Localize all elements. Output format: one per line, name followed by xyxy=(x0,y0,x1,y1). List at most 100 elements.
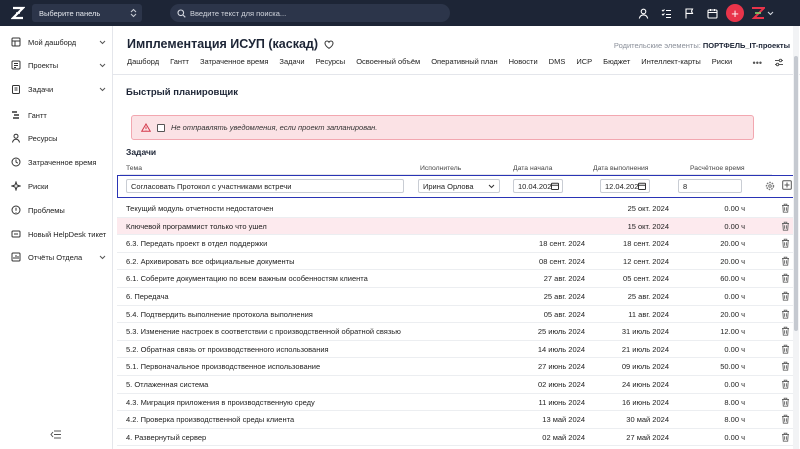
tab-dashboard[interactable]: Дашборд xyxy=(127,57,170,66)
panel-select[interactable]: Выберите панель xyxy=(32,4,142,22)
row-subject[interactable]: Текущий модуль отчетности недостаточен xyxy=(126,204,273,213)
search-input[interactable]: Введите текст для поиска... xyxy=(170,4,450,22)
tab-gantt[interactable]: Гантт xyxy=(170,57,200,66)
trash-icon[interactable] xyxy=(781,361,790,372)
row-subject[interactable]: 5.3. Изменение настроек в соответствии с… xyxy=(126,327,401,336)
panel-select-label: Выберите панель xyxy=(39,8,101,18)
sidebar-item-my-dashboard[interactable]: Мой дашборд xyxy=(0,35,113,49)
assignee-select[interactable]: Ирина Орлова xyxy=(418,179,500,193)
app-logo-icon[interactable] xyxy=(11,6,25,20)
row-subject[interactable]: 4. Развернутый сервер xyxy=(126,433,206,442)
row-subject[interactable]: 5.1. Первоначальное производственное исп… xyxy=(126,362,320,371)
start-date-input[interactable]: 10.04.202 xyxy=(513,179,563,193)
calendar-icon[interactable] xyxy=(638,182,647,190)
tab-news[interactable]: Новости xyxy=(509,57,549,66)
table-row[interactable]: 4.3. Миграция приложения в производствен… xyxy=(117,394,799,412)
top-bar: Выберите панель Введите текст для поиска… xyxy=(0,0,800,26)
sidebar-item-department-reports[interactable]: Отчёты Отдела xyxy=(0,250,113,264)
table-row[interactable]: 4. Развернутый сервер 02 май 2024 27 май 2… xyxy=(117,429,799,447)
table-row[interactable]: 5.1. Первоначальное производственное исп… xyxy=(117,358,799,376)
heart-icon[interactable] xyxy=(324,39,334,49)
trash-icon[interactable] xyxy=(781,291,790,301)
dashboard-icon xyxy=(11,37,21,47)
trash-icon[interactable] xyxy=(781,397,790,407)
sidebar-item-tasks[interactable]: Задачи xyxy=(0,82,113,96)
row-subject[interactable]: Ключевой программист только что ушел xyxy=(126,222,267,231)
table-row[interactable]: 6.2. Архивировать все официальные докуме… xyxy=(117,253,799,271)
sidebar-item-gantt[interactable]: Гантт xyxy=(0,108,113,122)
sidebar-item-issues[interactable]: Проблемы xyxy=(0,203,113,217)
row-subject[interactable]: 6.2. Архивировать все официальные докуме… xyxy=(126,257,295,266)
trash-icon[interactable] xyxy=(781,273,790,284)
collapse-sidebar-icon[interactable] xyxy=(50,430,62,439)
row-subject[interactable]: 6.3. Передать проект в отдел поддержки xyxy=(126,239,267,248)
sidebar-item-new-helpdesk-ticket[interactable]: Новый HelpDesk тикет xyxy=(0,227,113,241)
trash-icon[interactable] xyxy=(781,432,790,442)
tab-dms[interactable]: DMS xyxy=(549,57,577,66)
add-row-icon[interactable] xyxy=(782,180,792,190)
table-row[interactable]: 6. Передача 25 авг. 2024 25 авг. 2024 0.00 … xyxy=(117,288,799,306)
chevron-down-icon xyxy=(767,11,774,16)
scrollbar[interactable] xyxy=(793,26,799,449)
trash-icon[interactable] xyxy=(781,344,790,354)
sidebar-item-risks[interactable]: Риски xyxy=(0,179,113,193)
tab-risks[interactable]: Риски xyxy=(712,57,743,66)
row-subject[interactable]: 5. Отлаженная система xyxy=(126,380,208,389)
trash-icon[interactable] xyxy=(781,309,790,319)
sidebar-item-resources[interactable]: Ресурсы xyxy=(0,131,113,145)
row-subject[interactable]: 6. Передача xyxy=(126,292,169,301)
trash-icon[interactable] xyxy=(781,256,790,266)
no-notify-checkbox[interactable] xyxy=(157,123,165,132)
table-row[interactable]: 5.3. Изменение настроек в соответствии с… xyxy=(117,323,799,341)
trash-icon[interactable] xyxy=(781,221,790,231)
row-subject[interactable]: 6.1. Соберите документацию по всем важны… xyxy=(126,274,368,283)
table-row[interactable]: 5.4. Подтвердить выполнение протокола вы… xyxy=(117,306,799,324)
trash-icon[interactable] xyxy=(781,379,790,389)
profile-icon[interactable] xyxy=(634,4,652,22)
checklist-icon[interactable] xyxy=(657,4,675,22)
create-button[interactable]: + xyxy=(726,4,744,22)
trash-icon[interactable] xyxy=(781,414,790,424)
trash-icon[interactable] xyxy=(781,203,790,213)
trash-icon[interactable] xyxy=(781,238,790,248)
brand-menu[interactable] xyxy=(751,7,774,19)
calendar-icon[interactable] xyxy=(703,4,721,22)
parent-elements-link[interactable]: ПОРТФЕЛЬ_IT-проекты xyxy=(703,41,790,50)
estimate-input[interactable]: 8 xyxy=(678,179,742,193)
table-row[interactable]: 5.2. Обратная связь от производственного… xyxy=(117,341,799,359)
tab-time-spent[interactable]: Затраченное время xyxy=(200,57,279,66)
calendar-icon[interactable] xyxy=(551,182,560,190)
tab-operational-plan[interactable]: Оперативный план xyxy=(431,57,508,66)
row-subject[interactable]: 5.4. Подтвердить выполнение протокола вы… xyxy=(126,310,313,319)
settings-gear-icon[interactable] xyxy=(765,181,775,191)
scrollbar-thumb[interactable] xyxy=(794,56,798,331)
settings-sliders-icon[interactable] xyxy=(774,58,784,67)
table-row[interactable]: Ключевой программист только что ушел 15 о… xyxy=(117,217,799,236)
parent-elements-label: Родительские элементы: xyxy=(613,41,701,50)
flag-icon[interactable] xyxy=(680,4,698,22)
table-row[interactable]: Текущий модуль отчетности недостаточен 25… xyxy=(117,200,799,218)
table-row[interactable]: 6.3. Передать проект в отдел поддержки 18… xyxy=(117,235,799,253)
row-subject[interactable]: 5.2. Обратная связь от производственного… xyxy=(126,345,329,354)
due-date-input[interactable]: 12.04.202 xyxy=(600,179,650,193)
row-subject[interactable]: 4.3. Миграция приложения в производствен… xyxy=(126,398,315,407)
more-tabs-button[interactable]: ••• xyxy=(753,58,762,68)
tab-tasks[interactable]: Задачи xyxy=(279,57,315,66)
sidebar-item-label: Задачи xyxy=(28,84,54,94)
subject-input[interactable]: Согласовать Протокол с участниками встре… xyxy=(126,179,404,193)
sidebar-item-label: Риски xyxy=(28,181,49,191)
sidebar-item-time-spent[interactable]: Затраченное время xyxy=(0,155,113,169)
row-due-date: 12 сент. 2024 xyxy=(623,256,669,266)
table-row[interactable]: 6.1. Соберите документацию по всем важны… xyxy=(117,270,799,288)
tab-earned-value[interactable]: Освоенный объём xyxy=(356,57,431,66)
sidebar-item-projects[interactable]: Проекты xyxy=(0,58,113,72)
tab-wbs[interactable]: ИСР xyxy=(576,57,603,66)
tab-budget[interactable]: Бюджет xyxy=(603,57,641,66)
tab-mind-maps[interactable]: Интеллект-карты xyxy=(641,57,711,66)
trash-icon[interactable] xyxy=(781,326,790,336)
table-row[interactable]: 5. Отлаженная система 02 июнь 2024 24 июнь… xyxy=(117,376,799,394)
table-row[interactable]: 4.2. Проверка производственной среды кли… xyxy=(117,411,799,429)
row-start-date: 27 авг. 2024 xyxy=(543,274,585,284)
tab-resources[interactable]: Ресурсы xyxy=(316,57,357,66)
row-subject[interactable]: 4.2. Проверка производственной среды кли… xyxy=(126,415,294,424)
